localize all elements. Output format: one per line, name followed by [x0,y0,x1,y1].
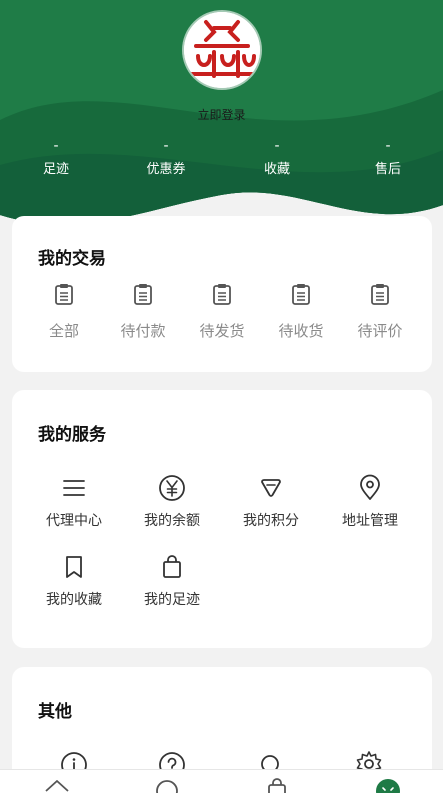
list-icon [63,480,85,496]
login-link[interactable]: 立即登录 [0,106,443,123]
profile-tab-icon[interactable] [373,776,403,793]
stat-value: - [163,138,169,154]
address-management-button[interactable]: 地址管理 [325,474,415,530]
stat-coupons[interactable]: - 优惠券 [121,136,211,179]
order-pending-receipt-button[interactable]: 待收货 [266,282,336,341]
profile-header: 立即登录 - 足迹 - 优惠券 - 收藏 - 售后 [0,0,443,240]
bottom-tab-bar [0,769,443,793]
stat-favorites[interactable]: - 收藏 [232,136,322,179]
order-label: 待付款 [120,322,166,340]
avatar[interactable] [184,12,260,88]
order-label: 待收货 [278,322,324,340]
clipboard-icon [213,284,231,305]
trade-card: 我的交易 全部 待付款 待发货 待收货 待评价 [12,216,432,372]
service-label: 地址管理 [342,513,398,529]
stat-label: 售后 [374,162,401,177]
stat-after-sales[interactable]: - 售后 [343,136,433,179]
other-title: 其他 [38,702,72,722]
service-label: 我的足迹 [144,592,200,608]
order-pending-payment-button[interactable]: 待付款 [108,282,178,341]
service-label: 我的积分 [243,513,299,529]
home-icon[interactable] [42,776,72,793]
stats-row: - 足迹 - 优惠券 - 收藏 - 售后 [0,136,443,186]
favorites-button[interactable]: 我的收藏 [29,553,119,609]
clipboard-icon [55,284,73,305]
points-icon [261,479,281,497]
trade-title: 我的交易 [38,249,106,269]
location-icon [360,474,380,500]
services-card: 我的服务 代理中心 我的余额 我的积分 地址管理 我的收藏 我的足迹 [12,390,432,648]
points-button[interactable]: 我的积分 [226,474,316,530]
bookmark-icon [66,556,82,578]
shopping-bag-icon [163,555,181,578]
agent-center-button[interactable]: 代理中心 [29,474,119,530]
brand-logo [184,12,260,88]
stat-value: - [274,138,280,154]
clipboard-icon [371,284,389,305]
order-all-button[interactable]: 全部 [29,282,99,341]
yen-icon [159,475,185,501]
stat-label: 收藏 [263,162,290,177]
order-pending-shipment-button[interactable]: 待发货 [187,282,257,341]
stat-label: 优惠券 [146,162,186,177]
service-label: 我的余额 [144,513,200,529]
stat-footprint[interactable]: - 足迹 [11,136,101,179]
order-label: 待评价 [357,322,403,340]
service-label: 我的收藏 [46,592,102,608]
order-label: 全部 [48,322,79,340]
footprint-button[interactable]: 我的足迹 [127,553,217,609]
clipboard-icon [292,284,310,305]
service-label: 代理中心 [46,513,102,529]
clipboard-icon [134,284,152,305]
stat-value: - [385,138,391,154]
services-title: 我的服务 [38,425,106,445]
stat-value: - [53,138,59,154]
cart-icon[interactable] [262,776,292,793]
stat-label: 足迹 [42,162,69,177]
balance-button[interactable]: 我的余额 [127,474,217,530]
order-pending-review-button[interactable]: 待评价 [345,282,415,341]
discover-icon[interactable] [152,776,182,793]
order-label: 待发货 [199,322,245,340]
